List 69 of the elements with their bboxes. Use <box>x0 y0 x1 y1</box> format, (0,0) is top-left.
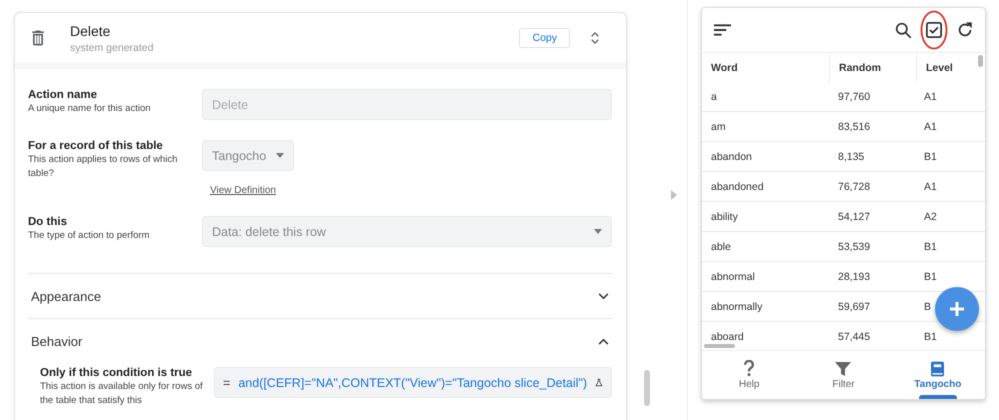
checkbox-icon[interactable] <box>926 22 942 38</box>
scrollbar-thumb[interactable] <box>978 55 983 67</box>
table-cell-text: A2 <box>923 210 937 222</box>
section-header[interactable]: Appearance <box>28 273 613 318</box>
table-row[interactable]: able 53,539 B1 <box>702 232 985 262</box>
plus-icon <box>949 301 965 317</box>
action-title: Delete <box>70 22 112 38</box>
column-header[interactable]: Random <box>829 53 917 82</box>
table-cell-text: abnormal <box>710 270 756 282</box>
table-cell-text: 59,697 <box>837 300 872 312</box>
table-cell-text: 76,728 <box>837 180 872 192</box>
field-label: Action name <box>28 89 98 101</box>
nav-tab[interactable]: Tangocho <box>890 351 985 399</box>
scrollbar-thumb[interactable] <box>644 370 650 406</box>
table-row[interactable]: ability 54,127 A2 <box>702 202 985 232</box>
table-cell-text: a <box>710 90 718 102</box>
field-hint: This action applies to rows of which table? <box>28 153 178 181</box>
table-cell-text: 8,135 <box>837 150 866 162</box>
copy-button[interactable]: Copy <box>519 28 570 48</box>
column-header[interactable]: Level <box>917 62 953 74</box>
field-label: For a record of this table <box>28 140 164 152</box>
table-cell-text: 53,539 <box>837 240 872 252</box>
table-cell-text: am <box>710 120 727 132</box>
table-cell-text: 83,516 <box>837 120 872 132</box>
table-row[interactable]: am 83,516 A1 <box>702 112 985 142</box>
table-cell-text: 57,445 <box>837 330 872 342</box>
sort-icon[interactable] <box>714 24 731 36</box>
table-cell-text: B1 <box>923 150 937 162</box>
view-definition-link[interactable]: View Definition <box>210 185 276 196</box>
question-mark-icon <box>743 360 756 377</box>
table-cell-text: able <box>710 240 732 252</box>
table-cell-text: abandoned <box>710 180 765 192</box>
table-cell-text: 97,760 <box>837 90 872 102</box>
table-cell-text: 54,127 <box>837 210 872 222</box>
table-cell-text: A1 <box>923 180 937 192</box>
field-hint: The type of action to perform <box>28 229 150 243</box>
nav-tab[interactable]: Help <box>702 351 796 399</box>
highlight-circle <box>920 10 948 50</box>
field-label: Only if this condition is true <box>40 367 194 379</box>
search-icon[interactable] <box>895 22 912 38</box>
field-label: Do this <box>28 216 68 228</box>
action-subtitle: system generated <box>70 42 154 54</box>
nav-tab[interactable]: Filter <box>796 351 891 399</box>
table-cell-text: A1 <box>923 120 937 132</box>
table-cell-text: B1 <box>923 330 937 342</box>
table-cell-text: aboard <box>710 330 745 342</box>
column-header[interactable]: Word <box>702 62 829 74</box>
table-cell-text: abandon <box>710 150 753 162</box>
table-cell-text: B <box>923 300 932 312</box>
scrollbar-thumb[interactable] <box>704 344 735 348</box>
expand-collapse-icon[interactable] <box>590 31 600 45</box>
table-row[interactable]: a 97,760 A1 <box>702 82 985 112</box>
section-header[interactable]: Behavior <box>28 318 613 363</box>
table-cell-text: ability <box>710 210 739 222</box>
field-hint: A unique name for this action <box>28 102 152 116</box>
condition-expression-field[interactable]: = and([CEFR]="NA",CONTEXT("View")="Tangocho slice_Detail") <box>214 367 612 398</box>
book-icon <box>931 360 944 376</box>
refresh-icon[interactable] <box>956 21 974 39</box>
table-cell-text: 28,193 <box>837 270 872 282</box>
table-cell-text: B1 <box>923 270 937 282</box>
filter-icon <box>835 360 852 376</box>
table-row[interactable]: abandoned 76,728 A1 <box>702 172 985 202</box>
flask-icon[interactable] <box>595 376 603 389</box>
add-button[interactable] <box>935 287 979 331</box>
table-row[interactable]: abandon 8,135 B1 <box>702 142 985 172</box>
table-cell-text: A1 <box>923 90 937 102</box>
field-hint: This action is available only for rows of the table that satisfy this <box>40 380 204 408</box>
table-cell-text: B1 <box>923 240 937 252</box>
table-cell-text: abnormally <box>710 300 764 312</box>
